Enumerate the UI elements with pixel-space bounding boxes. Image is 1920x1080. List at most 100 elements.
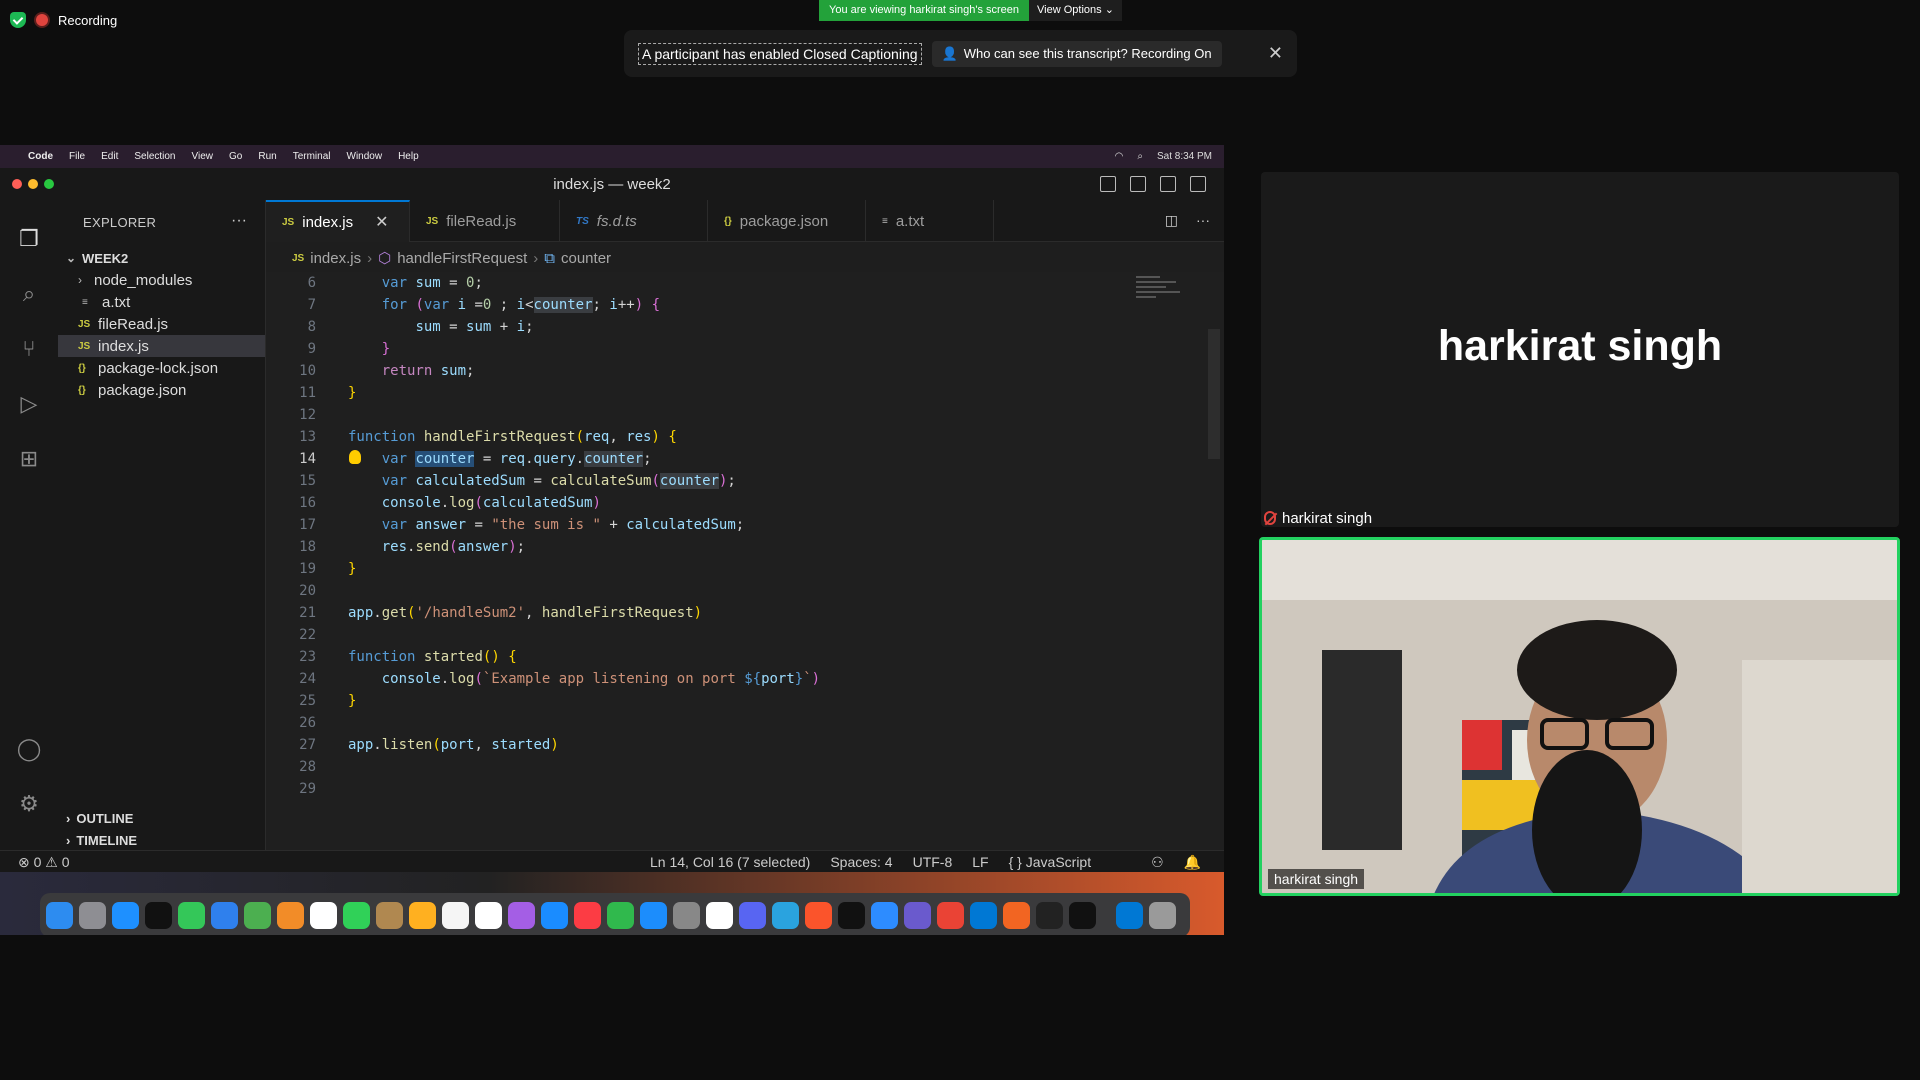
terminal-icon[interactable] (838, 901, 865, 929)
tree-item-fileread-js[interactable]: JS fileRead.js (58, 313, 265, 335)
numbers-icon[interactable] (607, 901, 634, 929)
launchpad-icon[interactable] (79, 901, 106, 929)
toggle-sidebar-icon[interactable] (1100, 176, 1116, 192)
indentation[interactable]: Spaces: 4 (830, 854, 892, 871)
webcam-feed-image (1262, 540, 1897, 893)
menu-help[interactable]: Help (398, 151, 419, 162)
app-store-icon[interactable] (640, 901, 667, 929)
menu-file[interactable]: File (69, 151, 85, 162)
toggle-secondary-sidebar-icon[interactable] (1160, 176, 1176, 192)
clock[interactable]: Sat 8:34 PM (1157, 151, 1212, 162)
security-shield-icon[interactable] (10, 12, 26, 28)
cursor-position[interactable]: Ln 14, Col 16 (7 selected) (650, 854, 810, 871)
explorer-icon[interactable]: ❐ (15, 225, 43, 253)
tab-a-txt[interactable]: ≡ a.txt (866, 200, 994, 242)
editor-scrollbar[interactable] (1208, 329, 1220, 459)
timeline-section[interactable]: › TIMELINE (58, 829, 265, 851)
menu-code[interactable]: Code (28, 151, 53, 162)
system-settings-icon[interactable] (673, 901, 700, 929)
contacts-icon[interactable] (376, 901, 403, 929)
music-icon[interactable] (574, 901, 601, 929)
notes-icon[interactable] (409, 901, 436, 929)
toggle-panel-icon[interactable] (1130, 176, 1146, 192)
messages-icon[interactable] (178, 901, 205, 929)
tree-item-a-txt[interactable]: ≡ a.txt (58, 291, 265, 313)
notifications-bell-icon[interactable]: 🔔 (1184, 854, 1201, 871)
keynote-icon[interactable] (541, 901, 568, 929)
tree-item-node-modules[interactable]: › node_modules (58, 269, 265, 291)
extensions-icon[interactable]: ⊞ (15, 445, 43, 473)
menu-view[interactable]: View (192, 151, 214, 162)
feedback-icon[interactable]: ⚇ (1151, 854, 1164, 871)
breadcrumb-function[interactable]: handleFirstRequest (397, 250, 527, 267)
calendar-icon[interactable] (310, 901, 337, 929)
apple-tv-icon[interactable] (145, 901, 172, 929)
language-mode[interactable]: { } JavaScript (1009, 854, 1092, 871)
run-debug-icon[interactable]: ▷ (15, 390, 43, 418)
close-icon[interactable]: ✕ (1268, 43, 1283, 64)
chrome-icon[interactable] (937, 901, 964, 929)
freeform-icon[interactable] (475, 901, 502, 929)
more-actions-icon[interactable]: ··· (231, 212, 247, 230)
photos-icon[interactable] (277, 901, 304, 929)
menu-edit[interactable]: Edit (101, 151, 118, 162)
vscode-running-icon[interactable] (1116, 901, 1143, 929)
search-icon[interactable]: ⌕ (15, 280, 43, 308)
terminal-app-icon[interactable] (1069, 901, 1096, 929)
source-control-icon[interactable]: ⑂ (15, 335, 43, 363)
close-window-button[interactable] (12, 179, 22, 189)
menu-window[interactable]: Window (347, 151, 383, 162)
preview-icon[interactable] (706, 901, 733, 929)
close-tab-icon[interactable]: ✕ (375, 212, 388, 232)
sublime-icon[interactable] (1003, 901, 1030, 929)
breadcrumb-variable[interactable]: counter (561, 250, 611, 267)
folder-week2[interactable]: ⌄ WEEK2 (58, 247, 265, 269)
brave-icon[interactable] (805, 901, 832, 929)
telegram-icon[interactable] (772, 901, 799, 929)
tab-fileread-js[interactable]: JS fileRead.js (410, 200, 560, 242)
safari-icon[interactable] (112, 901, 139, 929)
outline-section[interactable]: › OUTLINE (58, 807, 265, 829)
transcript-info-button[interactable]: 👤 Who can see this transcript? Recording … (931, 40, 1222, 67)
activity-monitor-icon[interactable] (1036, 901, 1063, 929)
tab-fs-d-ts[interactable]: TS fs.d.ts (560, 200, 708, 242)
vscode-icon[interactable] (970, 901, 997, 929)
facetime-icon[interactable] (343, 901, 370, 929)
tree-item-package-lock-json[interactable]: {} package-lock.json (58, 357, 265, 379)
maps-icon[interactable] (244, 901, 271, 929)
arc-icon[interactable] (904, 901, 931, 929)
problems-indicator[interactable]: ⊗ 0 ⚠ 0 (18, 854, 70, 871)
more-actions-icon[interactable]: ··· (1196, 212, 1210, 229)
tree-item-package-json[interactable]: {} package.json (58, 379, 265, 401)
menu-run[interactable]: Run (258, 151, 276, 162)
zoom-window-button[interactable] (44, 179, 54, 189)
finder-icon[interactable] (46, 901, 73, 929)
breadcrumb-file[interactable]: index.js (310, 250, 361, 267)
active-speaker-tile[interactable]: harkirat singh (1261, 172, 1899, 527)
menu-go[interactable]: Go (229, 151, 242, 162)
split-editor-icon[interactable]: ◫ (1165, 212, 1178, 229)
trash-icon[interactable] (1149, 901, 1176, 929)
end-of-line[interactable]: LF (972, 854, 988, 871)
accounts-icon[interactable]: ◯ (15, 735, 43, 763)
mail-icon[interactable] (211, 901, 238, 929)
menu-terminal[interactable]: Terminal (293, 151, 331, 162)
podcasts-icon[interactable] (508, 901, 535, 929)
discord-icon[interactable] (739, 901, 766, 929)
search-icon[interactable]: ⌕ (1137, 151, 1143, 162)
reminders-icon[interactable] (442, 901, 469, 929)
code-editor[interactable]: 6 var sum = 0; 7 for (var i =0 ; i<count… (266, 272, 1224, 850)
encoding[interactable]: UTF-8 (913, 854, 953, 871)
minimap[interactable] (1136, 276, 1186, 316)
tab-package-json[interactable]: {} package.json (708, 200, 866, 242)
customize-layout-icon[interactable] (1190, 176, 1206, 192)
tab-index-js[interactable]: JS index.js ✕ (266, 200, 410, 242)
settings-gear-icon[interactable]: ⚙ (15, 790, 43, 818)
tree-item-index-js[interactable]: JS index.js (58, 335, 265, 357)
view-options-button[interactable]: View Options ⌄ (1029, 0, 1122, 21)
participant-video[interactable]: harkirat singh (1259, 537, 1900, 896)
zoom-icon[interactable] (871, 901, 898, 929)
minimize-window-button[interactable] (28, 179, 38, 189)
menu-selection[interactable]: Selection (134, 151, 175, 162)
wifi-icon[interactable]: ◠ (1115, 151, 1124, 162)
